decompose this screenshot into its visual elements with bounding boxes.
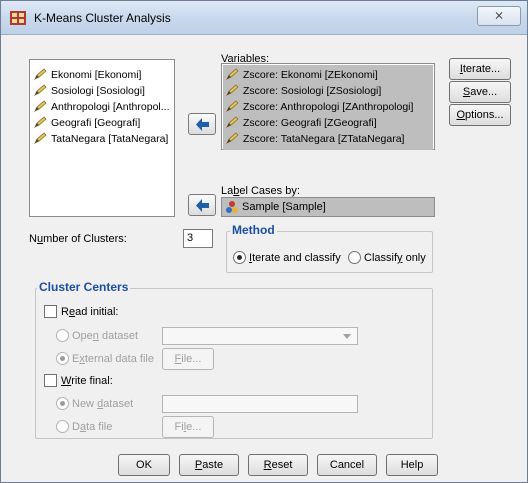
paste-button[interactable]: Paste [179,454,239,476]
read-initial-label[interactable]: Read initial: [61,306,119,318]
source-variable-list[interactable]: Ekonomi [Ekonomi] Sosiologi [Sosiologi] … [29,59,175,217]
list-item[interactable]: Geografi [Geografi] [34,115,140,131]
scale-variable-icon [34,132,47,144]
scale-variable-icon [34,84,47,96]
write-final-checkbox[interactable] [44,374,57,387]
new-dataset-input[interactable] [162,395,358,413]
open-dataset-dropdown[interactable] [162,327,358,345]
iterate-classify-label[interactable]: Iterate and classify [249,252,341,264]
iterate-button[interactable]: Iterate... [449,58,511,80]
scale-variable-icon [34,68,47,80]
new-dataset-radio[interactable] [56,397,69,410]
close-icon: ⨯ [493,8,505,22]
list-item[interactable]: Zscore: Anthropologi [ZAnthropologi] [226,99,413,115]
read-initial-checkbox[interactable] [44,305,57,318]
number-of-clusters-label: Number of Clusters: [29,233,127,245]
data-file-button[interactable]: File... [162,416,214,438]
options-button[interactable]: Options... [449,104,511,126]
external-file-button[interactable]: File... [162,348,214,370]
list-item[interactable]: Zscore: TataNegara [ZTataNegara] [226,131,404,147]
variables-list[interactable]: Zscore: Ekonomi [ZEkonomi] Zscore: Sosio… [221,63,435,150]
list-item[interactable]: Ekonomi [Ekonomi] [34,67,141,83]
move-to-variables-button[interactable] [188,113,216,135]
move-to-label-cases-button[interactable] [188,194,216,216]
reset-button[interactable]: Reset [248,454,308,476]
scale-variable-icon [226,100,239,112]
classify-only-radio[interactable] [348,251,361,264]
close-button[interactable]: ⨯ [477,6,521,26]
write-final-label[interactable]: Write final: [61,375,113,387]
label-cases-value: Sample [Sample] [242,201,326,213]
scale-variable-icon [226,116,239,128]
save-button[interactable]: Save... [449,81,511,103]
data-file-label[interactable]: Data file [72,421,112,433]
list-item[interactable]: Zscore: Ekonomi [ZEkonomi] [226,67,378,83]
list-item[interactable]: Sosiologi [Sosiologi] [34,83,145,99]
list-item[interactable]: TataNegara [TataNegara] [34,131,168,147]
classify-only-label[interactable]: Classify only [364,252,426,264]
arrow-left-icon [196,199,209,212]
scale-variable-icon [226,68,239,80]
chevron-down-icon [343,334,351,339]
external-data-file-radio[interactable] [56,352,69,365]
list-item[interactable]: Anthropologi [Anthropol... [34,99,170,115]
title-bar[interactable]: K-Means Cluster Analysis ⨯ [1,1,527,35]
scale-variable-icon [34,100,47,112]
app-icon [10,11,26,25]
external-data-file-label[interactable]: External data file [72,353,154,365]
label-cases-field[interactable]: Sample [Sample] [221,197,435,217]
list-item[interactable]: Zscore: Geografi [ZGeografi] [226,115,377,131]
ok-button[interactable]: OK [118,454,170,476]
data-file-radio[interactable] [56,420,69,433]
iterate-classify-radio[interactable] [233,251,246,264]
cluster-centers-title: Cluster Centers [37,280,131,294]
open-dataset-radio[interactable] [56,329,69,342]
cancel-button[interactable]: Cancel [317,454,377,476]
new-dataset-label[interactable]: New dataset [72,398,133,410]
method-title: Method [230,223,277,237]
list-item[interactable]: Zscore: Sosiologi [ZSosiologi] [226,83,381,99]
number-of-clusters-input[interactable]: 3 [183,229,213,248]
label-cases-label: Label Cases by: [221,185,300,197]
open-dataset-label[interactable]: Open dataset [72,330,138,342]
scale-variable-icon [226,84,239,96]
arrow-left-icon [196,118,209,131]
kmeans-dialog: K-Means Cluster Analysis ⨯ Ekonomi [Ekon… [0,0,528,483]
help-button[interactable]: Help [386,454,438,476]
scale-variable-icon [226,132,239,144]
nominal-variable-icon [226,201,238,213]
scale-variable-icon [34,116,47,128]
window-title: K-Means Cluster Analysis [34,11,171,25]
